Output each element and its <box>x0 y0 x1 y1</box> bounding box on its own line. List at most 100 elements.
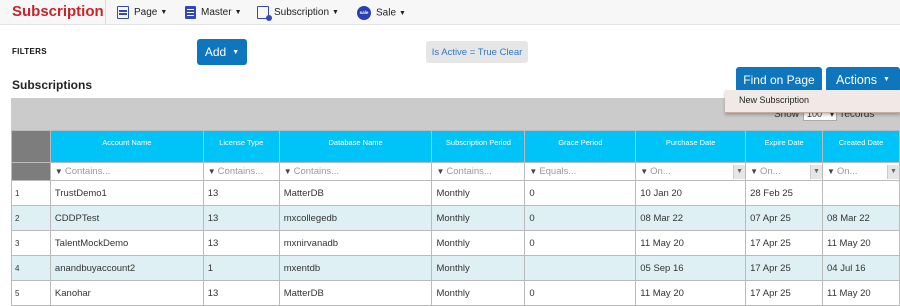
account-name-cell[interactable]: TalentMockDemo <box>49 230 204 256</box>
filter-icon: ▼ <box>283 167 292 176</box>
top-nav: Subscription Page ▼ Master ▼ Subscription ▼… <box>0 0 900 25</box>
filter-placeholder: Contains... <box>446 166 492 177</box>
table-row[interactable]: 1 TrustDemo1 13 MatterDB Monthly 0 10 Ja… <box>11 180 900 206</box>
column-header[interactable]: Grace Period <box>524 130 637 163</box>
filter-placeholder: On... <box>650 166 671 177</box>
column-filter[interactable]: ▼ Contains... <box>278 162 433 181</box>
subscription-period-cell: Monthly <box>431 180 526 206</box>
filter-icon: ▼ <box>827 167 835 176</box>
nav-page-label: Page <box>134 7 158 19</box>
column-header[interactable]: Purchase Date <box>635 130 747 163</box>
dropdown-arrow-icon[interactable]: ▼ <box>887 164 899 179</box>
row-number: 2 <box>11 205 51 231</box>
subscription-period-cell: Monthly <box>431 280 526 306</box>
nav-item-page[interactable]: Page ▼ <box>117 6 167 19</box>
actions-button[interactable]: Actions ▼ <box>826 67 900 92</box>
account-name-cell[interactable]: TrustDemo1 <box>49 180 204 206</box>
row-number: 5 <box>11 280 51 306</box>
caret-down-icon: ▼ <box>160 9 168 16</box>
column-filter[interactable]: ▼ Equals... <box>524 162 637 181</box>
caret-down-icon: ▼ <box>234 9 242 16</box>
database-name-cell: mxnirvanadb <box>278 230 433 256</box>
expire-date-cell: 28 Feb 25 <box>745 180 823 206</box>
expire-date-cell: 07 Apr 25 <box>745 205 823 231</box>
row-number: 3 <box>11 230 51 256</box>
account-name-cell[interactable]: anandbuyaccount2 <box>49 255 204 281</box>
expire-date-cell: 17 Apr 25 <box>745 255 823 281</box>
account-name-cell[interactable]: CDDPTest <box>49 205 204 231</box>
nav-sale-label: Sale <box>376 7 397 19</box>
grace-period-cell: 0 <box>524 280 637 306</box>
master-icon <box>185 6 196 19</box>
table-row[interactable]: 3 TalentMockDemo 13 mxnirvanadb Monthly … <box>11 230 900 256</box>
database-name-cell: mxcollegedb <box>278 205 433 231</box>
dropdown-arrow-icon[interactable]: ▼ <box>810 164 822 179</box>
nav-item-sale[interactable]: sale Sale ▼ <box>357 6 406 20</box>
add-filter-button[interactable]: Add ▼ <box>197 39 247 65</box>
column-filter[interactable]: ▼ On... ▼ <box>822 162 900 181</box>
license-type-cell: 13 <box>202 180 280 206</box>
column-header[interactable]: License Type <box>202 130 280 163</box>
column-header[interactable]: Database Name <box>278 130 433 163</box>
active-filter-chip[interactable]: Is Active = True Clear <box>426 41 528 63</box>
license-type-cell: 13 <box>202 280 280 306</box>
purchase-date-cell: 05 Sep 16 <box>635 255 747 281</box>
purchase-date-cell: 11 May 20 <box>635 230 747 256</box>
filter-row: ▼ Contains... ▼ Contains... ▼ Contains... ▼… <box>11 162 900 181</box>
database-name-cell: MatterDB <box>278 280 433 306</box>
menu-item-new-subscription[interactable]: New Subscription <box>739 95 809 105</box>
account-name-cell[interactable]: Kanohar <box>49 280 204 306</box>
column-header[interactable]: Expire Date <box>745 130 823 163</box>
column-header[interactable]: Account Name <box>49 130 204 163</box>
nav-item-master[interactable]: Master ▼ <box>185 6 242 19</box>
subscription-period-cell: Monthly <box>431 255 526 281</box>
license-type-cell: 1 <box>202 255 280 281</box>
purchase-date-cell: 11 May 20 <box>635 280 747 306</box>
purchase-date-cell: 10 Jan 20 <box>635 180 747 206</box>
filter-placeholder: Contains... <box>217 166 264 177</box>
row-number: 1 <box>11 180 51 206</box>
add-filter-label: Add <box>204 45 227 59</box>
column-filter[interactable]: ▼ Contains... <box>49 162 204 181</box>
app-title[interactable]: Subscription <box>12 3 104 20</box>
row-number-header <box>11 130 51 163</box>
subscription-period-cell: Monthly <box>431 205 526 231</box>
column-filter[interactable]: ▼ Contains... <box>202 162 280 181</box>
database-name-cell: mxentdb <box>278 255 433 281</box>
created-date-cell: 08 Mar 22 <box>822 205 900 231</box>
filter-placeholder: Equals... <box>539 166 577 177</box>
sale-icon: sale <box>357 6 371 20</box>
caret-down-icon: ▼ <box>332 9 339 16</box>
caret-down-icon: ▼ <box>232 48 240 56</box>
column-filter[interactable]: ▼ Contains... <box>431 162 526 181</box>
grace-period-cell <box>524 255 637 281</box>
grace-period-cell: 0 <box>524 205 637 231</box>
actions-menu: New Subscription <box>725 90 900 113</box>
nav-subscription-label: Subscription <box>274 7 330 19</box>
filter-icon: ▼ <box>529 167 538 176</box>
grace-period-cell: 0 <box>524 180 637 206</box>
filter-row-spacer <box>11 162 51 181</box>
nav-divider <box>105 0 106 25</box>
dropdown-arrow-icon[interactable]: ▼ <box>733 164 745 179</box>
filter-icon: ▼ <box>750 167 758 176</box>
subscriptions-grid: Account Name License Type Database Name … <box>11 130 900 306</box>
actions-label: Actions <box>836 72 878 87</box>
database-name-cell: MatterDB <box>278 180 433 206</box>
table-row[interactable]: 5 Kanohar 13 MatterDB Monthly 0 11 May 2… <box>11 280 900 306</box>
column-filter[interactable]: ▼ On... ▼ <box>745 162 823 181</box>
column-header[interactable]: Created Date <box>822 130 900 163</box>
nav-master-label: Master <box>201 7 232 19</box>
created-date-cell <box>822 180 900 206</box>
row-number: 4 <box>11 255 51 281</box>
table-row[interactable]: 4 anandbuyaccount2 1 mxentdb Monthly 05 … <box>11 255 900 281</box>
table-row[interactable]: 2 CDDPTest 13 mxcollegedb Monthly 0 08 M… <box>11 205 900 231</box>
find-on-page-button[interactable]: Find on Page <box>736 67 822 92</box>
column-filter[interactable]: ▼ On... ▼ <box>635 162 747 181</box>
page-icon <box>117 6 129 19</box>
nav-item-subscription[interactable]: Subscription ▼ <box>257 6 339 21</box>
column-header[interactable]: Subscription Period <box>431 130 526 163</box>
expire-date-cell: 17 Apr 25 <box>745 230 823 256</box>
filters-label: FILTERS <box>12 47 47 56</box>
purchase-date-cell: 08 Mar 22 <box>635 205 747 231</box>
